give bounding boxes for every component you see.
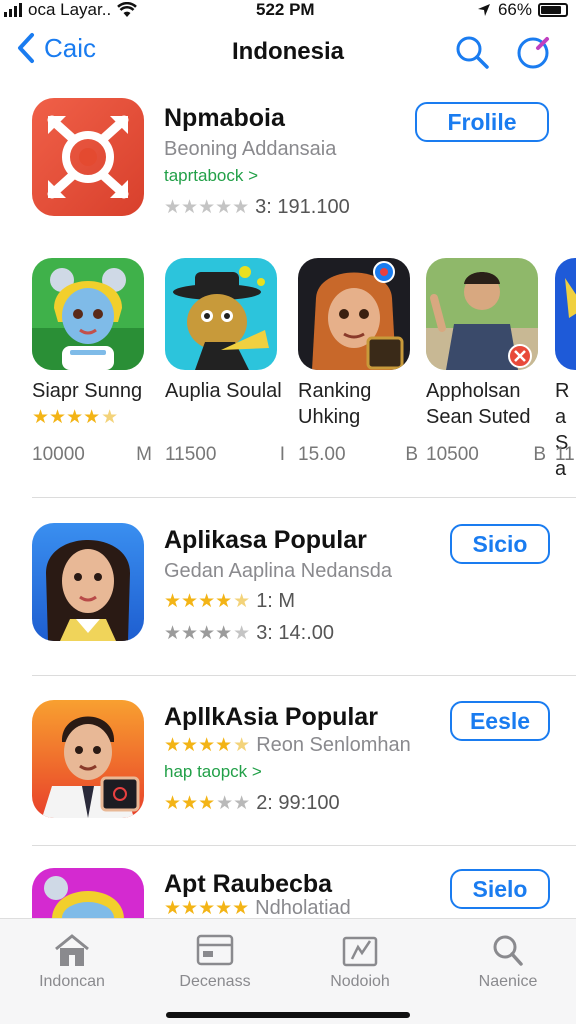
tab-label: Naenice bbox=[478, 973, 538, 990]
card-icon bbox=[196, 934, 234, 966]
divider bbox=[32, 497, 576, 498]
search-button[interactable] bbox=[454, 34, 490, 75]
get-button[interactable]: Sielo bbox=[450, 869, 550, 909]
get-button[interactable]: Sicio bbox=[450, 524, 550, 564]
rating-stars: ★★★★★ bbox=[164, 197, 250, 218]
rating-text: 3: 14:.00 bbox=[256, 622, 335, 644]
app-icon[interactable] bbox=[32, 868, 144, 918]
tab-search[interactable]: Naenice bbox=[448, 933, 568, 991]
rating-text: 1: M bbox=[256, 590, 296, 612]
card-stats: 11I bbox=[555, 444, 576, 466]
card-stats: 11500 I bbox=[165, 444, 285, 466]
card-stats: 10500 B bbox=[426, 444, 546, 466]
rating-text: 2: 99:100 bbox=[256, 792, 340, 814]
battery-percent: 66% bbox=[497, 0, 532, 19]
rating-stars: ★★★★★ bbox=[164, 591, 251, 612]
card-unit: M bbox=[136, 444, 152, 465]
carousel-card[interactable]: Siapr Sunng ★★★★ ★ 10000 M bbox=[32, 258, 152, 465]
featured-rating-text: 3: 191.100 bbox=[255, 196, 350, 218]
app-name: Apt Raubecba bbox=[164, 870, 333, 898]
app-name: ApllkAsia Popular bbox=[164, 703, 378, 731]
tab-label: Indoncan bbox=[39, 973, 105, 990]
card-count: 10500 bbox=[426, 444, 479, 465]
card-rating: ★★★★ ★ bbox=[32, 408, 152, 430]
home-indicator bbox=[166, 1012, 410, 1018]
app-rating: ★★★ ★★ 2: 99:100 bbox=[164, 792, 340, 815]
card-thumbnail bbox=[298, 258, 410, 370]
card-thumbnail bbox=[555, 258, 576, 370]
tab-nodoioh[interactable]: Nodoioh bbox=[300, 933, 420, 991]
featured-app-link[interactable]: taprtabock > bbox=[164, 166, 258, 186]
card-thumbnail bbox=[426, 258, 538, 370]
card-stats: 10000 M bbox=[32, 444, 152, 466]
signal-icon bbox=[4, 3, 22, 17]
rating-stars: ★★★★★ bbox=[164, 735, 251, 756]
app-subtitle: Reon Senlomhan bbox=[256, 734, 411, 756]
status-right: 66% bbox=[476, 0, 568, 20]
home-icon bbox=[55, 934, 89, 966]
card-title: Ranking Uhking bbox=[298, 380, 372, 428]
card-unit: I bbox=[279, 444, 285, 465]
card-title: Siapr Sunng bbox=[32, 380, 143, 402]
card-count: 11500 bbox=[165, 444, 217, 465]
tab-home[interactable]: Indoncan bbox=[12, 933, 132, 991]
app-subtitle: Ndholatiad bbox=[255, 898, 351, 918]
tab-decenass[interactable]: Decenass bbox=[155, 933, 275, 991]
app-subtitle: Gedan Aaplina Nedansda bbox=[164, 560, 392, 582]
card-count: 11I bbox=[555, 444, 576, 465]
card-count: 15.00 bbox=[298, 444, 346, 465]
featured-app-icon[interactable] bbox=[32, 98, 144, 216]
card-count: 10000 bbox=[32, 444, 85, 465]
wifi-icon bbox=[117, 2, 138, 17]
divider bbox=[32, 845, 576, 846]
rating-stars: ★★★★★ bbox=[164, 898, 250, 918]
box-icon bbox=[342, 936, 378, 967]
search-icon bbox=[456, 36, 489, 69]
featured-get-button[interactable]: Frolile bbox=[415, 102, 549, 142]
app-rating: ★★★★ ★ 1: M bbox=[164, 590, 295, 613]
rating-stars: ★★★★★ bbox=[32, 407, 119, 428]
card-rating bbox=[165, 408, 285, 430]
featured-app-name: Npmaboia bbox=[164, 104, 285, 132]
carousel-card[interactable]: Ra Sa 11I bbox=[555, 258, 576, 478]
featured-app-rating: ★★★★★ 3: 191.100 bbox=[164, 196, 350, 219]
tab-label: Decenass bbox=[179, 973, 251, 990]
card-thumbnail bbox=[32, 258, 144, 370]
divider bbox=[32, 675, 576, 676]
rating-stars: ★★★★★ bbox=[164, 793, 251, 814]
featured-app-subtitle: Beoning Addansaia bbox=[164, 138, 337, 160]
card-thumbnail bbox=[165, 258, 277, 370]
status-bar: oca Layar.. 522 PM 66% bbox=[0, 0, 576, 22]
carousel-card[interactable]: Ranking Uhking 15.00 B bbox=[298, 258, 418, 465]
card-stats: 15.00 B bbox=[298, 444, 418, 466]
card-title: Auplia Soulal bbox=[165, 380, 282, 402]
app-rating-secondary: ★★★★ ★ 3: 14:.00 bbox=[164, 622, 334, 645]
location-icon bbox=[477, 4, 490, 16]
get-button[interactable]: Eesle bbox=[450, 701, 550, 741]
carousel-card[interactable]: Appholsan Sean Suted 10500 B bbox=[426, 258, 546, 465]
app-link[interactable]: hap taopck > bbox=[164, 762, 262, 782]
battery-icon bbox=[538, 3, 568, 17]
status-time: 522 PM bbox=[256, 0, 315, 19]
tab-label: Nodoioh bbox=[330, 973, 390, 990]
carousel-card[interactable]: Auplia Soulal 11500 I bbox=[165, 258, 285, 465]
carrier-label: oca Layar.. bbox=[28, 0, 112, 19]
app-rating-subtitle: ★★★★★ Ndholatiad bbox=[164, 898, 351, 918]
tab-bar: Indoncan Decenass Nodoioh Naenice bbox=[0, 918, 576, 1024]
search-icon bbox=[493, 935, 523, 966]
app-icon[interactable] bbox=[32, 700, 144, 818]
compose-button[interactable] bbox=[516, 34, 552, 75]
status-left: oca Layar.. bbox=[4, 0, 138, 20]
app-name: Aplikasa Popular bbox=[164, 526, 367, 554]
rating-stars: ★★★★★ bbox=[164, 623, 251, 644]
compose-icon bbox=[517, 37, 549, 69]
card-title: Appholsan Sean Suted bbox=[426, 380, 531, 428]
card-unit: B bbox=[405, 444, 418, 465]
navigation-bar: Caic Indonesia bbox=[0, 26, 576, 82]
app-rating-subtitle: ★★★★ ★ Reon Senlomhan bbox=[164, 734, 411, 757]
app-icon[interactable] bbox=[32, 523, 144, 641]
card-unit: B bbox=[533, 444, 546, 465]
